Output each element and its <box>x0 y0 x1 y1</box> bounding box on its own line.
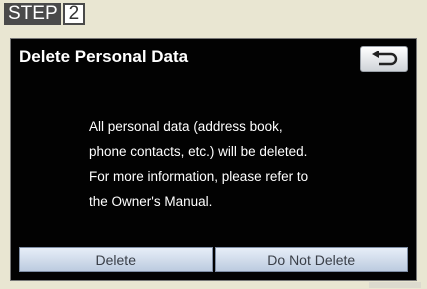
dialog-buttons: Delete Do Not Delete <box>19 247 408 272</box>
return-arrow-icon <box>372 51 398 66</box>
message-line: For more information, please refer to <box>89 169 309 184</box>
back-button[interactable] <box>360 46 408 72</box>
do-not-delete-button[interactable]: Do Not Delete <box>214 247 408 272</box>
nav-screen: Delete Personal Data All personal data (… <box>10 38 417 281</box>
message-line: All personal data (address book, <box>89 119 283 134</box>
message-line: phone contacts, etc.) will be deleted. <box>89 144 308 159</box>
dialog-message: All personal data (address book, phone c… <box>89 114 379 214</box>
message-line: the Owner's Manual. <box>89 194 213 209</box>
step-label: STEP <box>4 3 61 25</box>
image-code-mark <box>369 282 421 288</box>
dialog-title: Delete Personal Data <box>19 47 189 66</box>
step-number: 2 <box>62 3 86 25</box>
step-tag: STEP 2 <box>4 3 86 25</box>
delete-button[interactable]: Delete <box>19 247 213 272</box>
